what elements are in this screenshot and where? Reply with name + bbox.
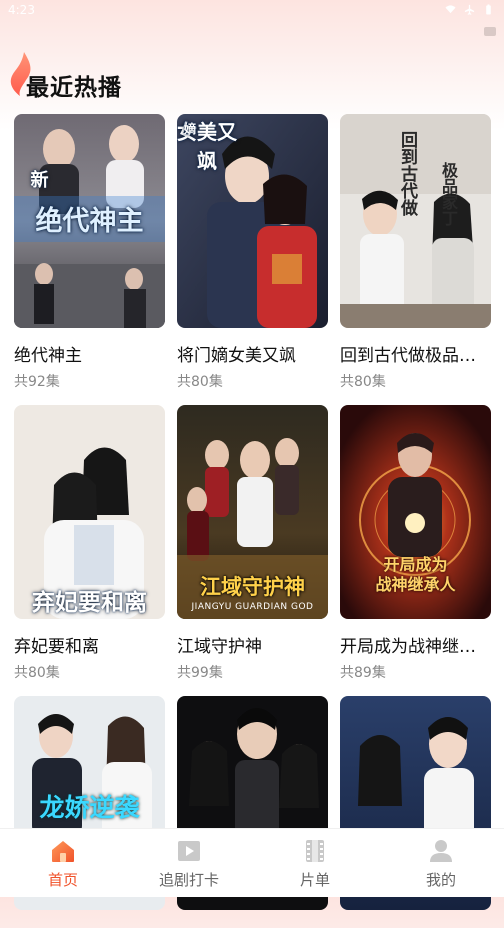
wifi-icon [445, 5, 456, 14]
drama-poster[interactable]: 绝代神主 新 [14, 114, 165, 328]
bottom-tab-bar: 首页 追剧打卡 片单 我的 [0, 828, 504, 897]
poster-small-art: 极品家丁 [439, 162, 458, 226]
tab-home-label: 首页 [47, 871, 78, 889]
battery-icon [486, 4, 491, 15]
poster-title-art: 龙娇逆袭 [39, 793, 140, 822]
drama-poster[interactable]: 开局成为 战神继承人 [340, 405, 491, 619]
drama-episode-count: 共89集 [340, 665, 386, 681]
drama-episode-count: 共99集 [177, 665, 223, 681]
tab-checkin[interactable]: 追剧打卡 [126, 829, 252, 897]
drama-episode-count: 共80集 [177, 374, 223, 390]
drama-episode-count: 共92集 [14, 374, 60, 390]
drama-card[interactable]: 江域守护神 JIANGYU GUARDIAN GOD 江域守护神 共99集 [177, 405, 328, 682]
drama-card[interactable]: 女美又飒 嫡 将门嫡女美又飒 共80集 [177, 114, 328, 391]
section-header: 最近热播 [8, 50, 308, 106]
tab-home[interactable]: 首页 [0, 829, 126, 897]
drama-title[interactable]: 将门嫡女美又飒 [177, 341, 328, 366]
drama-title[interactable]: 回到古代做极品家丁 [340, 341, 491, 366]
tab-playlist[interactable]: 片单 [252, 829, 378, 897]
drama-card[interactable]: 弃妃要和离 弃妃要和离 共80集 [14, 405, 165, 682]
poster-title-art: 绝代神主 [35, 206, 144, 237]
drama-episode-count: 共80集 [14, 665, 60, 681]
drama-title[interactable]: 江域守护神 [177, 632, 328, 657]
user-icon [430, 840, 452, 862]
tab-profile-label: 我的 [425, 871, 456, 889]
poster-title-art: 弃妃要和离 [32, 589, 147, 616]
tab-playlist-label: 片单 [299, 871, 330, 889]
drama-poster[interactable]: 弃妃要和离 [14, 405, 165, 619]
drama-poster[interactable]: 江域守护神 JIANGYU GUARDIAN GOD [177, 405, 328, 619]
poster-small-art: 嫡 [183, 122, 196, 136]
drama-title[interactable]: 绝代神主 [14, 341, 165, 366]
poster-small-art: 战神继承人 [375, 575, 456, 594]
drama-poster[interactable]: 回到古代做 极品家丁 [340, 114, 491, 328]
drama-card[interactable]: 回到古代做 极品家丁 回到古代做极品家丁 共80集 [340, 114, 491, 391]
window-mode-icon [484, 27, 496, 36]
drama-card[interactable]: 开局成为 战神继承人 开局成为战神继承人 共89集 [340, 405, 491, 682]
airplane-icon [464, 4, 475, 15]
drama-poster[interactable]: 女美又飒 嫡 [177, 114, 328, 328]
drama-title[interactable]: 弃妃要和离 [14, 632, 165, 657]
status-icons [445, 4, 494, 15]
poster-small-art: JIANGYU GUARDIAN GOD [191, 602, 314, 612]
section-title: 最近热播 [26, 75, 122, 101]
drama-title[interactable]: 开局成为战神继承人 [340, 632, 491, 657]
drama-card[interactable]: 绝代神主 新 绝代神主 共92集 [14, 114, 165, 391]
drama-episode-count: 共80集 [340, 374, 386, 390]
tab-profile[interactable]: 我的 [378, 829, 504, 897]
tab-checkin-label: 追剧打卡 [158, 871, 219, 889]
status-bar: 4:23 [0, 0, 504, 22]
poster-small-art: 新 [30, 170, 49, 191]
play-icon [178, 841, 200, 861]
poster-title-art: 江域守护神 [200, 574, 305, 599]
film-icon [306, 840, 324, 862]
home-icon [52, 841, 74, 862]
status-time: 4:23 [8, 3, 35, 17]
